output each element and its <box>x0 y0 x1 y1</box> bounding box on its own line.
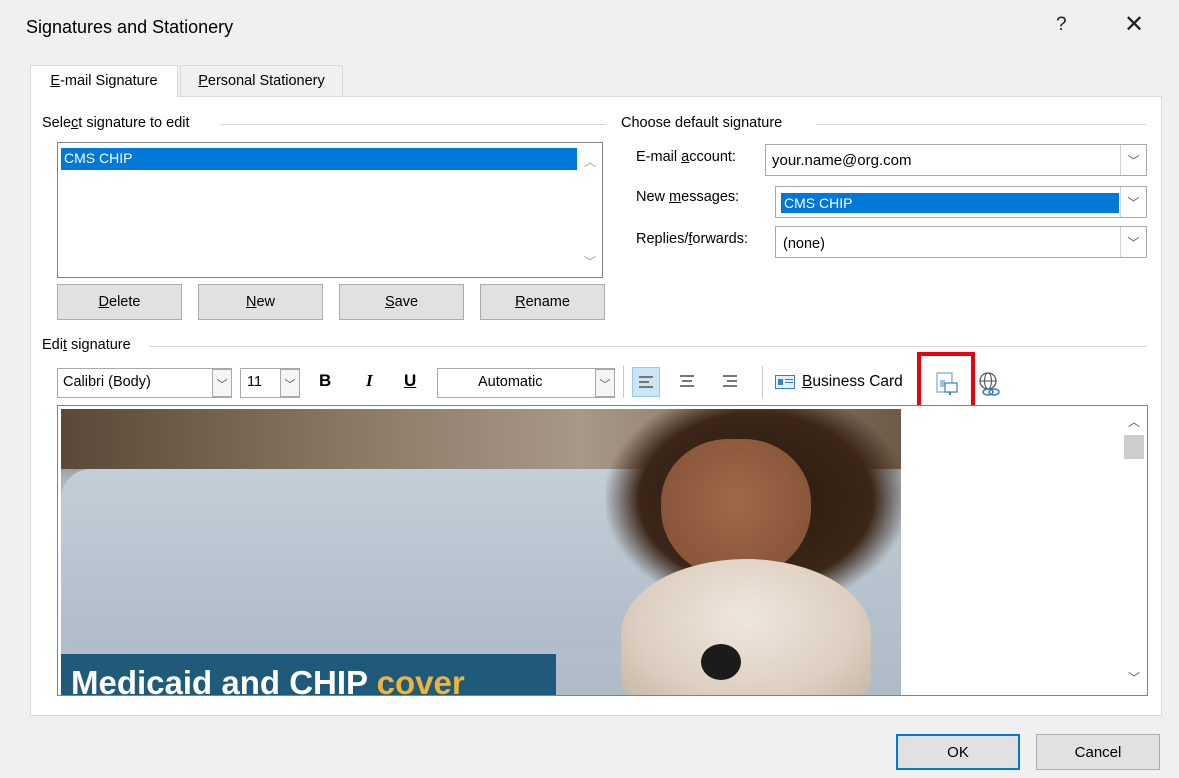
replies-forwards-label: Replies/forwards: <box>636 231 749 247</box>
insert-hyperlink-icon[interactable] <box>978 371 1002 397</box>
chevron-down-icon[interactable]: ﹀ <box>1120 187 1146 217</box>
underline-button[interactable]: U <box>404 371 416 391</box>
align-center-icon[interactable] <box>673 367 701 397</box>
new-button[interactable]: New <box>198 284 323 320</box>
edit-signature-label: Edit signature <box>42 337 137 353</box>
toolbar-divider <box>623 366 624 398</box>
chevron-down-icon[interactable]: ﹀ <box>1120 145 1146 175</box>
ok-button[interactable]: OK <box>896 734 1020 770</box>
scroll-down-icon[interactable]: ﹀ <box>1128 669 1140 686</box>
font-size-select[interactable]: 11 ﹀ <box>240 368 300 398</box>
new-messages-label: New messages: <box>636 189 740 205</box>
font-color-select[interactable]: Automatic ﹀ <box>437 368 615 398</box>
tab-email-signature[interactable]: E-mail Signature <box>30 65 178 98</box>
italic-button[interactable]: I <box>366 371 373 391</box>
default-signature-label: Choose default signature <box>621 115 789 131</box>
close-button[interactable]: ✕ <box>1124 10 1144 39</box>
group-separator <box>220 124 606 125</box>
new-messages-select[interactable]: CMS CHIP ﹀ <box>775 186 1147 218</box>
chevron-down-icon[interactable]: ﹀ <box>212 369 232 397</box>
tab-personal-stationery[interactable]: Personal Stationery <box>180 65 343 97</box>
chevron-down-icon[interactable]: ﹀ <box>280 369 300 397</box>
replies-forwards-select[interactable]: (none) ﹀ <box>775 226 1147 258</box>
signature-banner: Medicaid and CHIP cover <box>61 654 556 695</box>
select-signature-label: Select signature to edit <box>42 115 196 131</box>
signature-list[interactable]: CMS CHIP ︿ ﹀ <box>57 142 603 278</box>
rename-button[interactable]: Rename <box>480 284 605 320</box>
signature-editor[interactable]: Medicaid and CHIP cover ︿ ﹀ <box>57 405 1148 696</box>
chevron-down-icon[interactable]: ﹀ <box>1120 227 1146 257</box>
delete-button[interactable]: Delete <box>57 284 182 320</box>
chevron-down-icon[interactable]: ﹀ <box>595 369 615 397</box>
save-button[interactable]: Save <box>339 284 464 320</box>
editor-scrollbar[interactable]: ︿ ﹀ <box>1122 407 1146 694</box>
group-separator <box>816 124 1146 125</box>
email-account-select[interactable]: your.name@org.com ﹀ <box>765 144 1147 176</box>
font-select[interactable]: Calibri (Body) ﹀ <box>57 368 232 398</box>
group-separator <box>150 346 1146 347</box>
scroll-up-icon[interactable]: ︿ <box>1128 413 1140 430</box>
cancel-button[interactable]: Cancel <box>1036 734 1160 770</box>
bold-button[interactable]: B <box>319 371 331 391</box>
email-account-label: E-mail account: <box>636 149 736 165</box>
align-right-icon[interactable] <box>716 367 744 397</box>
scroll-thumb[interactable] <box>1124 435 1144 459</box>
scroll-down-icon[interactable]: ﹀ <box>584 253 596 270</box>
window-title: Signatures and Stationery <box>26 17 234 37</box>
scroll-up-icon[interactable]: ︿ <box>584 153 596 170</box>
align-left-icon[interactable] <box>632 367 660 397</box>
toolbar-divider <box>762 366 763 398</box>
signature-image: Medicaid and CHIP cover <box>61 409 901 695</box>
help-button[interactable]: ? <box>1056 14 1067 36</box>
list-item[interactable]: CMS CHIP <box>61 148 577 170</box>
business-card-icon <box>775 375 795 389</box>
